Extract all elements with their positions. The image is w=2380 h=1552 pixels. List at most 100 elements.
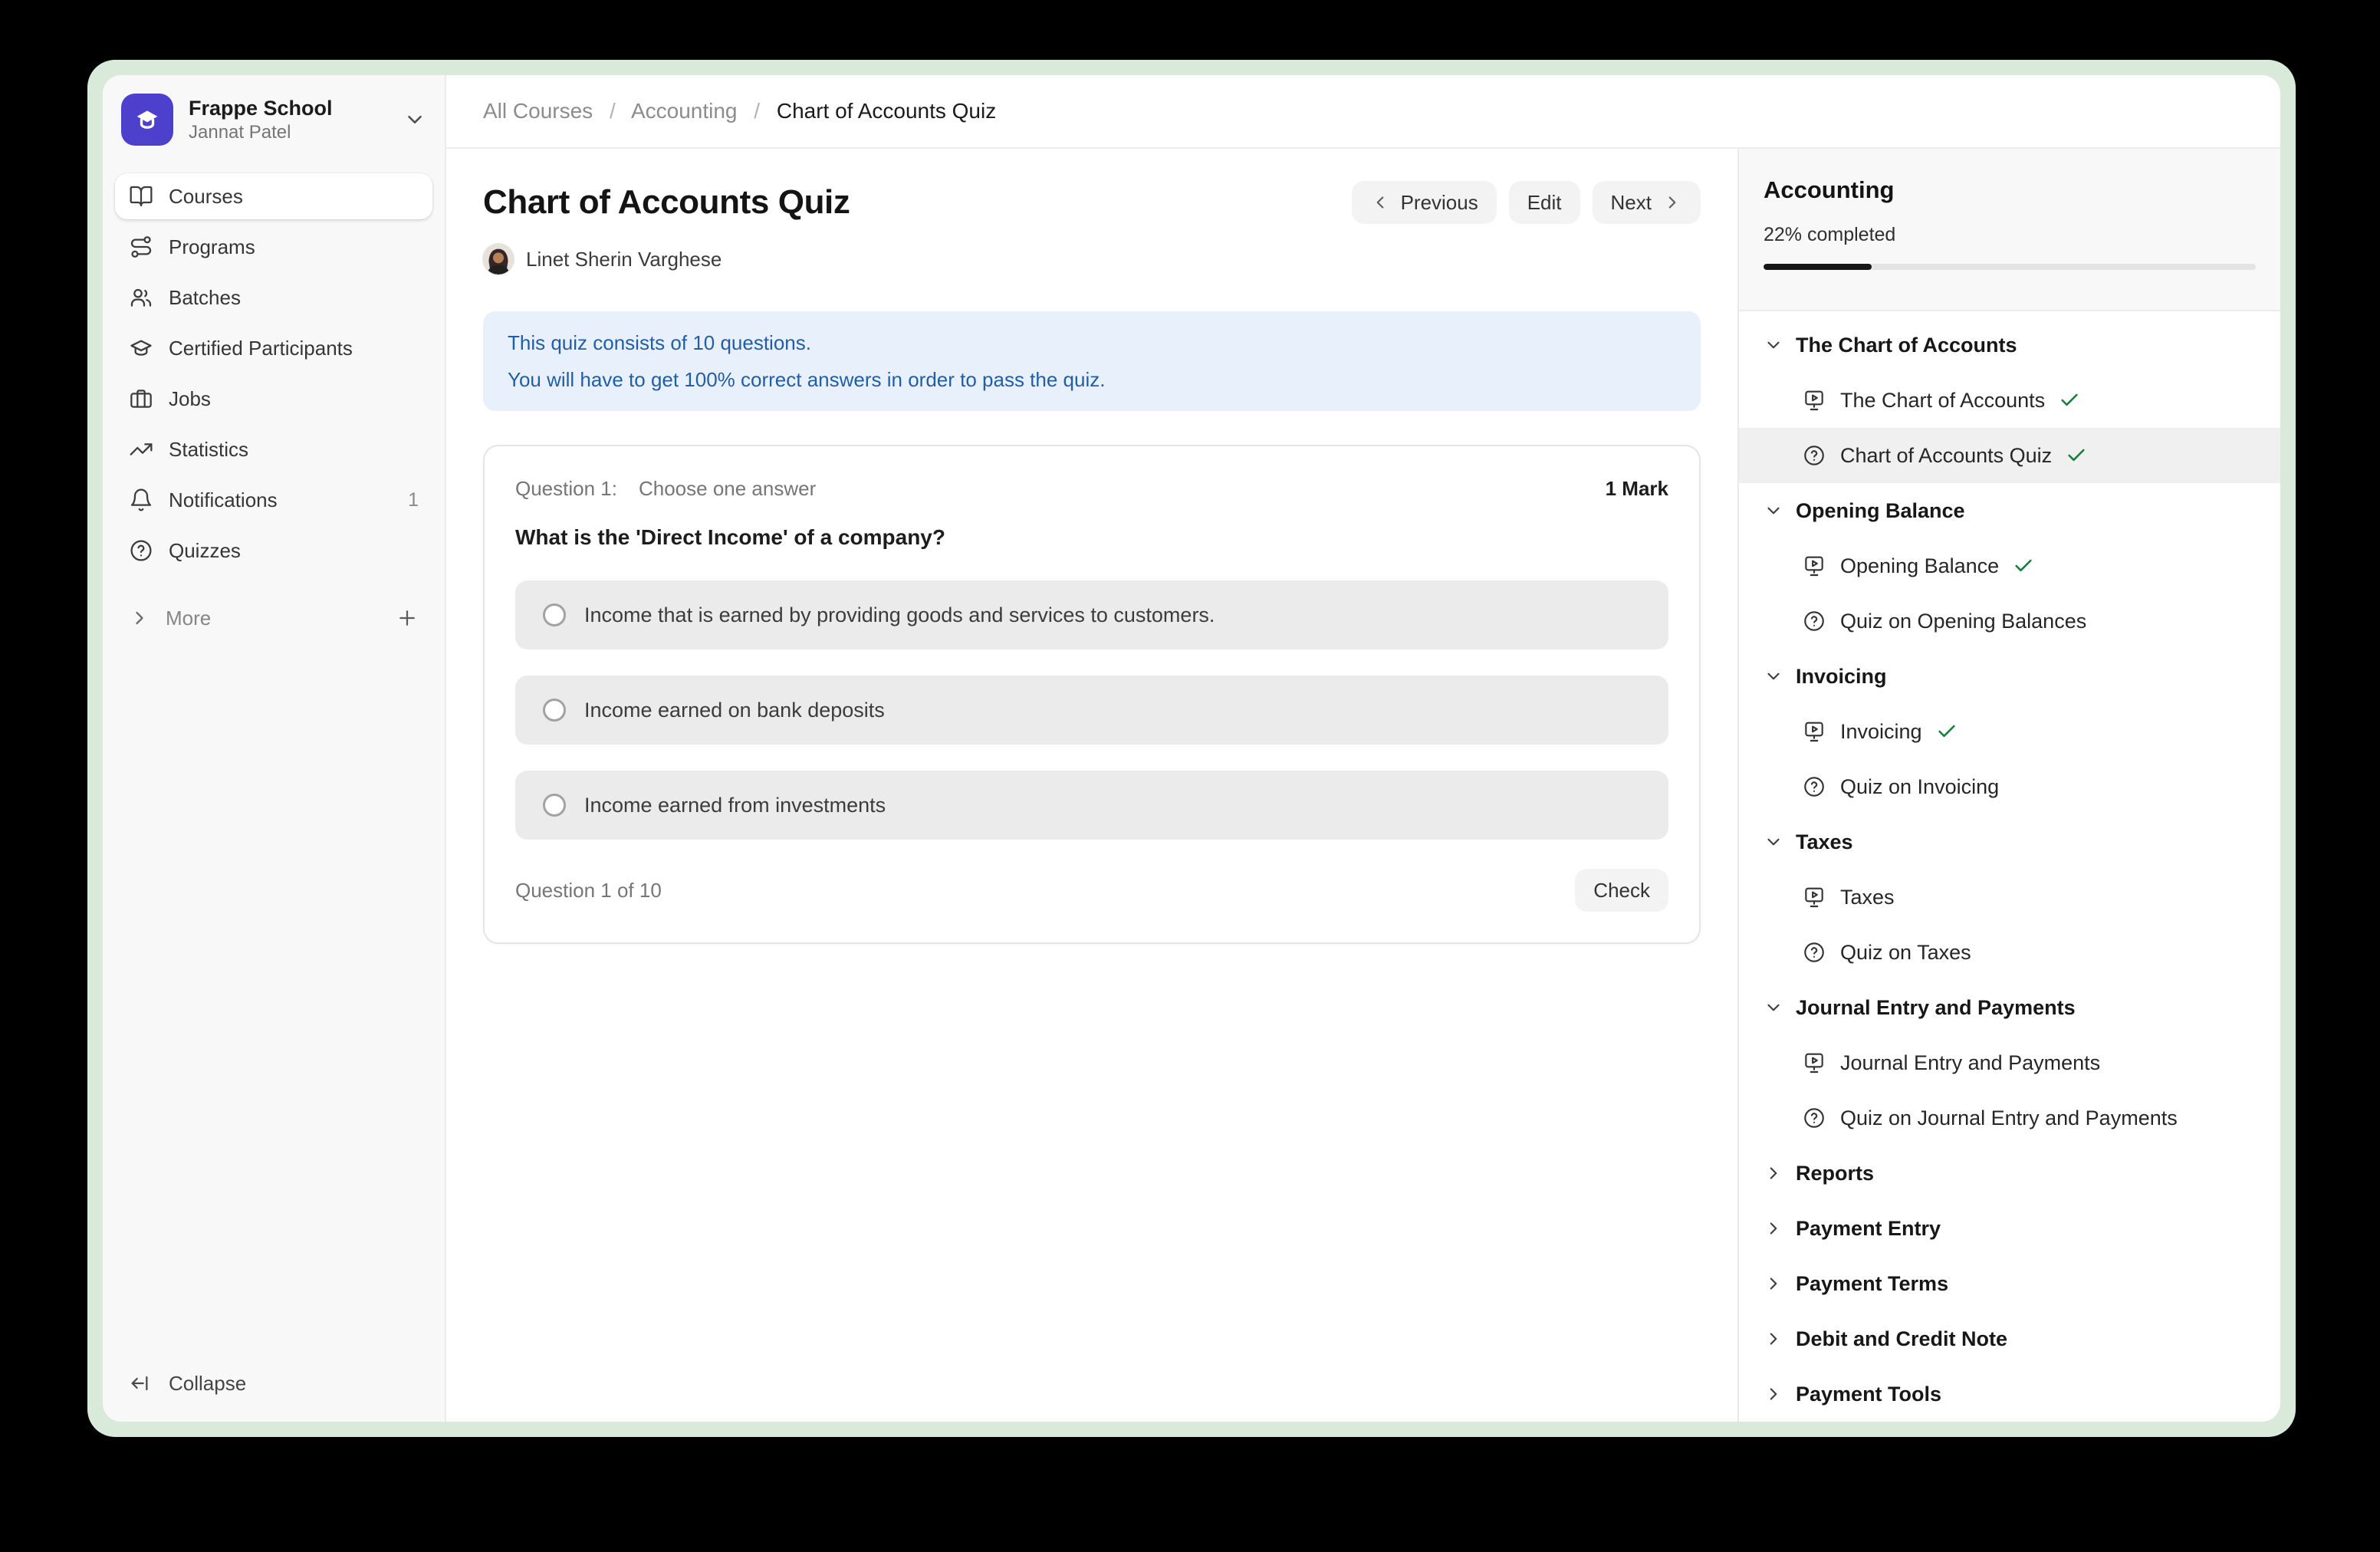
question-text: What is the 'Direct Income' of a company… <box>515 525 1668 550</box>
breadcrumb-separator: / <box>610 99 616 123</box>
sidebar-item-certified-participants[interactable]: Certified Participants <box>115 325 432 371</box>
answer-option-1[interactable]: Income that is earned by providing goods… <box>515 580 1668 649</box>
question-header: Question 1: Choose one answer 1 Mark <box>515 477 1668 501</box>
outline-item-the-chart-of-accounts[interactable]: The Chart of Accounts <box>1739 373 2280 428</box>
sidebar-item-more[interactable]: More <box>115 595 432 641</box>
outline-item-chart-of-accounts-quiz[interactable]: Chart of Accounts Quiz <box>1739 428 2280 483</box>
quiz-icon <box>1802 443 1826 468</box>
edit-button[interactable]: Edit <box>1509 181 1580 224</box>
outline-section-debit-and-credit-note[interactable]: Debit and Credit Note <box>1739 1311 2280 1366</box>
completed-check-icon <box>1936 721 1958 742</box>
outline-item-journal-entry-and-payments[interactable]: Journal Entry and Payments <box>1739 1035 2280 1090</box>
outline-section-the-chart-of-accounts[interactable]: The Chart of Accounts <box>1739 317 2280 373</box>
sidebar-item-label: Statistics <box>169 438 248 462</box>
outline-section-label: Reports <box>1796 1162 1874 1185</box>
chevron-down-icon <box>1764 335 1783 355</box>
course-title: Accounting <box>1764 175 2256 206</box>
outline-section-taxes[interactable]: Taxes <box>1739 814 2280 870</box>
chevron-right-icon <box>1764 1329 1783 1349</box>
completed-check-icon <box>2059 390 2080 411</box>
outline-item-quiz-on-invoicing[interactable]: Quiz on Invoicing <box>1739 759 2280 814</box>
chevron-down-icon <box>1764 666 1783 686</box>
quiz-info-banner: This quiz consists of 10 questions. You … <box>483 311 1701 411</box>
answer-options: Income that is earned by providing goods… <box>515 580 1668 840</box>
outline-item-label: Quiz on Taxes <box>1840 941 1971 965</box>
outline-section-payment-terms[interactable]: Payment Terms <box>1739 1256 2280 1311</box>
outline-item-label: Quiz on Invoicing <box>1840 775 1999 799</box>
workspace-title: Frappe School <box>189 95 388 121</box>
outline-section-label: Taxes <box>1796 830 1853 854</box>
outline-section-label: The Chart of Accounts <box>1796 334 2017 357</box>
outline-section-journal-entry-and-payments[interactable]: Journal Entry and Payments <box>1739 980 2280 1035</box>
answer-option-3[interactable]: Income earned from investments <box>515 771 1668 840</box>
trending-up-icon <box>129 437 153 462</box>
sidebar-nav: Courses Programs Batches Certified Parti… <box>103 161 445 641</box>
sidebar-item-label: Notifications <box>169 488 278 512</box>
outline-section-label: Payment Entry <box>1796 1217 1941 1241</box>
breadcrumb-all-courses[interactable]: All Courses <box>483 99 593 123</box>
add-icon[interactable] <box>396 607 419 630</box>
lesson-icon <box>1802 885 1826 909</box>
chevron-right-icon <box>1764 1218 1783 1238</box>
outline-item-opening-balance[interactable]: Opening Balance <box>1739 538 2280 594</box>
outline-item-quiz-on-taxes[interactable]: Quiz on Taxes <box>1739 925 2280 980</box>
question-marks: 1 Mark <box>1606 477 1668 501</box>
collapse-label: Collapse <box>169 1372 246 1396</box>
sidebar-item-jobs[interactable]: Jobs <box>115 376 432 422</box>
outline-section-label: Invoicing <box>1796 665 1887 689</box>
course-outline-sidebar: Accounting 22% completed The Chart of Ac… <box>1737 149 2280 1422</box>
next-button[interactable]: Next <box>1593 181 1701 224</box>
breadcrumb-accounting[interactable]: Accounting <box>631 99 738 123</box>
sidebar-item-notifications[interactable]: Notifications 1 <box>115 477 432 523</box>
check-button[interactable]: Check <box>1575 869 1668 912</box>
option-label: Income earned from investments <box>584 794 886 817</box>
radio-icon[interactable] <box>543 603 566 626</box>
radio-icon[interactable] <box>543 794 566 817</box>
desktop-background: Frappe School Jannat Patel Courses Progr… <box>0 0 2380 1552</box>
route-icon <box>129 235 153 259</box>
collapse-sidebar-button[interactable]: Collapse <box>115 1360 432 1406</box>
notification-count-badge: 1 <box>408 489 419 511</box>
sidebar-item-label: Programs <box>169 235 255 259</box>
answer-option-2[interactable]: Income earned on bank deposits <box>515 676 1668 745</box>
outline-item-invoicing[interactable]: Invoicing <box>1739 704 2280 759</box>
outline-section-invoicing[interactable]: Invoicing <box>1739 649 2280 704</box>
outline-section-opening-balance[interactable]: Opening Balance <box>1739 483 2280 538</box>
outline-item-label: Chart of Accounts Quiz <box>1840 444 2052 468</box>
outline-section-reports[interactable]: Reports <box>1739 1146 2280 1201</box>
workspace-switcher[interactable]: Frappe School Jannat Patel <box>103 75 445 161</box>
outline-section-label: Debit and Credit Note <box>1796 1327 2007 1351</box>
chevron-left-icon <box>1370 192 1390 212</box>
chevron-down-icon <box>1764 998 1783 1018</box>
outline-item-quiz-on-opening-balances[interactable]: Quiz on Opening Balances <box>1739 594 2280 649</box>
help-circle-icon <box>129 538 153 563</box>
outline-item-quiz-on-journal-entry-and-payments[interactable]: Quiz on Journal Entry and Payments <box>1739 1090 2280 1146</box>
outline-section-payment-entry[interactable]: Payment Entry <box>1739 1201 2280 1256</box>
breadcrumb-separator: / <box>754 99 760 123</box>
radio-icon[interactable] <box>543 699 566 722</box>
outline-section-payment-tools[interactable]: Payment Tools <box>1739 1366 2280 1422</box>
sidebar-item-courses[interactable]: Courses <box>115 173 432 219</box>
outline-item-label: The Chart of Accounts <box>1840 389 2045 413</box>
sidebar-more-label: More <box>166 607 211 630</box>
sidebar-item-programs[interactable]: Programs <box>115 224 432 270</box>
quiz-icon <box>1802 774 1826 799</box>
bell-icon <box>129 488 153 512</box>
sidebar-item-quizzes[interactable]: Quizzes <box>115 528 432 574</box>
option-label: Income earned on bank deposits <box>584 699 885 722</box>
completed-check-icon <box>2013 555 2034 577</box>
question-instruction: Choose one answer <box>639 477 816 501</box>
sidebar-item-batches[interactable]: Batches <box>115 275 432 321</box>
chevron-down-icon <box>1764 501 1783 521</box>
frappe-school-logo <box>121 94 173 146</box>
app-frame: Frappe School Jannat Patel Courses Progr… <box>87 60 2296 1437</box>
sidebar-item-statistics[interactable]: Statistics <box>115 426 432 472</box>
edit-label: Edit <box>1527 191 1562 215</box>
completed-check-icon <box>2066 445 2087 466</box>
title-row: Chart of Accounts Quiz Previous Edit <box>483 179 1701 225</box>
book-open-icon <box>129 184 153 209</box>
outline-section-label: Payment Tools <box>1796 1383 1941 1406</box>
page-title: Chart of Accounts Quiz <box>483 179 850 225</box>
previous-button[interactable]: Previous <box>1352 181 1497 224</box>
outline-item-taxes[interactable]: Taxes <box>1739 870 2280 925</box>
